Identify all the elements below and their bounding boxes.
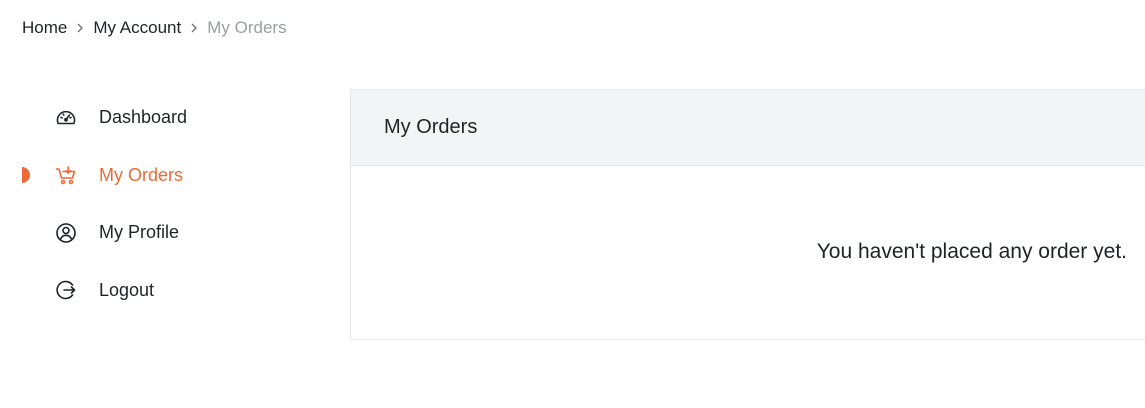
sidebar-item-label: My Orders	[99, 164, 184, 185]
sidebar-item-label: My Profile	[99, 222, 180, 243]
chevron-right-icon	[181, 23, 207, 33]
page-title: My Orders	[384, 116, 478, 138]
empty-orders-message: You haven't placed any order yet.	[816, 240, 1127, 263]
sidebar-item-dashboard[interactable]: Dashboard	[0, 89, 330, 147]
breadcrumb-my-account-link[interactable]: My Account	[93, 18, 181, 38]
sidebar-item-my-orders[interactable]: My Orders	[0, 147, 330, 205]
chevron-right-icon	[67, 23, 93, 33]
sidebar-item-my-profile[interactable]: My Profile	[0, 204, 330, 262]
panel-body: You haven't placed any order yet.	[351, 166, 1145, 339]
breadcrumb-home-link[interactable]: Home	[22, 18, 67, 38]
logout-icon	[55, 279, 77, 301]
breadcrumb-current: My Orders	[207, 18, 287, 37]
dashboard-gauge-icon	[55, 107, 77, 129]
breadcrumb: Home My Account My Orders	[22, 17, 287, 39]
orders-panel: My Orders You haven't placed any order y…	[350, 89, 1145, 340]
account-sidebar: Dashboard My Orders My Profile Logout	[0, 89, 330, 319]
user-circle-icon	[55, 222, 77, 244]
panel-header: My Orders	[351, 90, 1145, 166]
shopping-cart-icon	[55, 164, 77, 186]
sidebar-item-label: Logout	[99, 279, 155, 300]
active-indicator	[22, 167, 30, 184]
sidebar-item-label: Dashboard	[99, 107, 188, 128]
sidebar-item-logout[interactable]: Logout	[0, 262, 330, 320]
